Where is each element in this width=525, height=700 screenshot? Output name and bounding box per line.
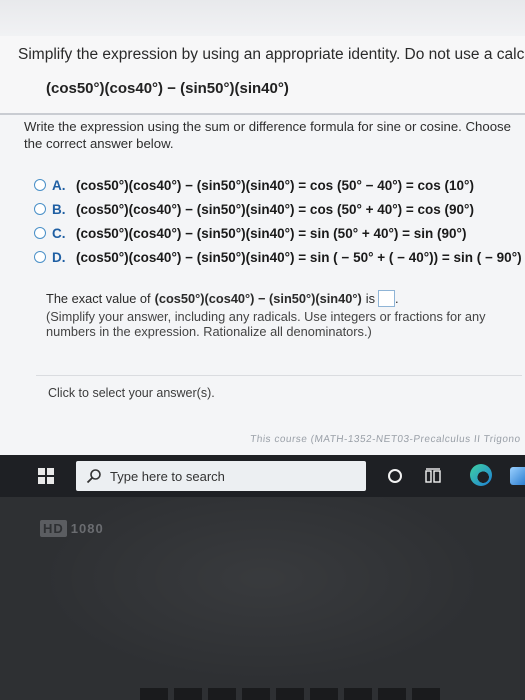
click-hint: Click to select your answer(s). — [48, 386, 215, 400]
answer-input[interactable] — [378, 290, 395, 307]
choice-list: A. (cos50°)(cos40°) − (sin50°)(sin40°) =… — [34, 173, 524, 269]
pinned-app-icon[interactable] — [510, 467, 525, 485]
exact-value-expression: (cos50°)(cos40°) − (sin50°)(sin40°) — [154, 291, 362, 306]
keyboard-edge — [140, 688, 440, 700]
choice-b[interactable]: B. (cos50°)(cos40°) − (sin50°)(sin40°) =… — [34, 197, 524, 221]
hd-label: HD — [40, 520, 67, 537]
instruction-text: Write the expression using the sum or di… — [24, 119, 511, 151]
problem-header: Simplify the expression by using an appr… — [0, 36, 525, 115]
choice-text: (cos50°)(cos40°) − (sin50°)(sin40°) = si… — [76, 225, 467, 241]
answer-section: The exact value of (cos50°)(cos40°) − (s… — [46, 290, 524, 339]
problem-title: Simplify the expression by using an appr… — [18, 46, 525, 63]
choice-letter: B. — [52, 201, 66, 217]
resolution-label: 1080 — [70, 521, 104, 536]
search-icon — [86, 469, 101, 484]
radio-button[interactable] — [34, 227, 46, 239]
choice-text: (cos50°)(cos40°) − (sin50°)(sin40°) = si… — [76, 249, 522, 265]
course-footer-strip: This course (MATH-1352-NET03-Precalculus… — [249, 434, 522, 445]
choice-text: (cos50°)(cos40°) − (sin50°)(sin40°) = co… — [76, 177, 474, 193]
taskbar-search-box[interactable]: Type here to search — [76, 461, 366, 491]
exact-value-prefix: The exact value of — [46, 291, 151, 306]
radio-button[interactable] — [34, 251, 46, 263]
hd-badge: HD 1080 — [40, 520, 104, 537]
choice-a[interactable]: A. (cos50°)(cos40°) − (sin50°)(sin40°) =… — [34, 173, 524, 197]
windows-taskbar: Type here to search — [0, 455, 525, 497]
windows-start-icon[interactable] — [38, 468, 54, 484]
exact-value-line: The exact value of (cos50°)(cos40°) − (s… — [46, 290, 524, 307]
edge-browser-icon[interactable] — [470, 464, 492, 486]
choice-letter: D. — [52, 249, 66, 265]
choice-d[interactable]: D. (cos50°)(cos40°) − (sin50°)(sin40°) =… — [34, 245, 524, 269]
problem-expression: (cos50°)(cos40°) − (sin50°)(sin40°) — [46, 80, 289, 97]
cortana-icon[interactable] — [388, 469, 402, 483]
answer-note: (Simplify your answer, including any rad… — [46, 309, 486, 339]
exact-value-suffix: is — [365, 291, 375, 306]
choice-letter: C. — [52, 225, 66, 241]
answer-status-area[interactable]: Click to select your answer(s). — [36, 375, 522, 416]
radio-button[interactable] — [34, 179, 46, 191]
choice-c[interactable]: C. (cos50°)(cos40°) − (sin50°)(sin40°) =… — [34, 221, 524, 245]
search-placeholder: Type here to search — [110, 469, 225, 484]
radio-button[interactable] — [34, 203, 46, 215]
choice-letter: A. — [52, 177, 66, 193]
browser-screen: Simplify the expression by using an appr… — [0, 0, 525, 455]
exact-value-end: . — [395, 291, 399, 306]
choice-text: (cos50°)(cos40°) − (sin50°)(sin40°) = co… — [76, 201, 474, 217]
top-bar — [0, 0, 525, 37]
task-view-icon[interactable] — [424, 467, 442, 485]
